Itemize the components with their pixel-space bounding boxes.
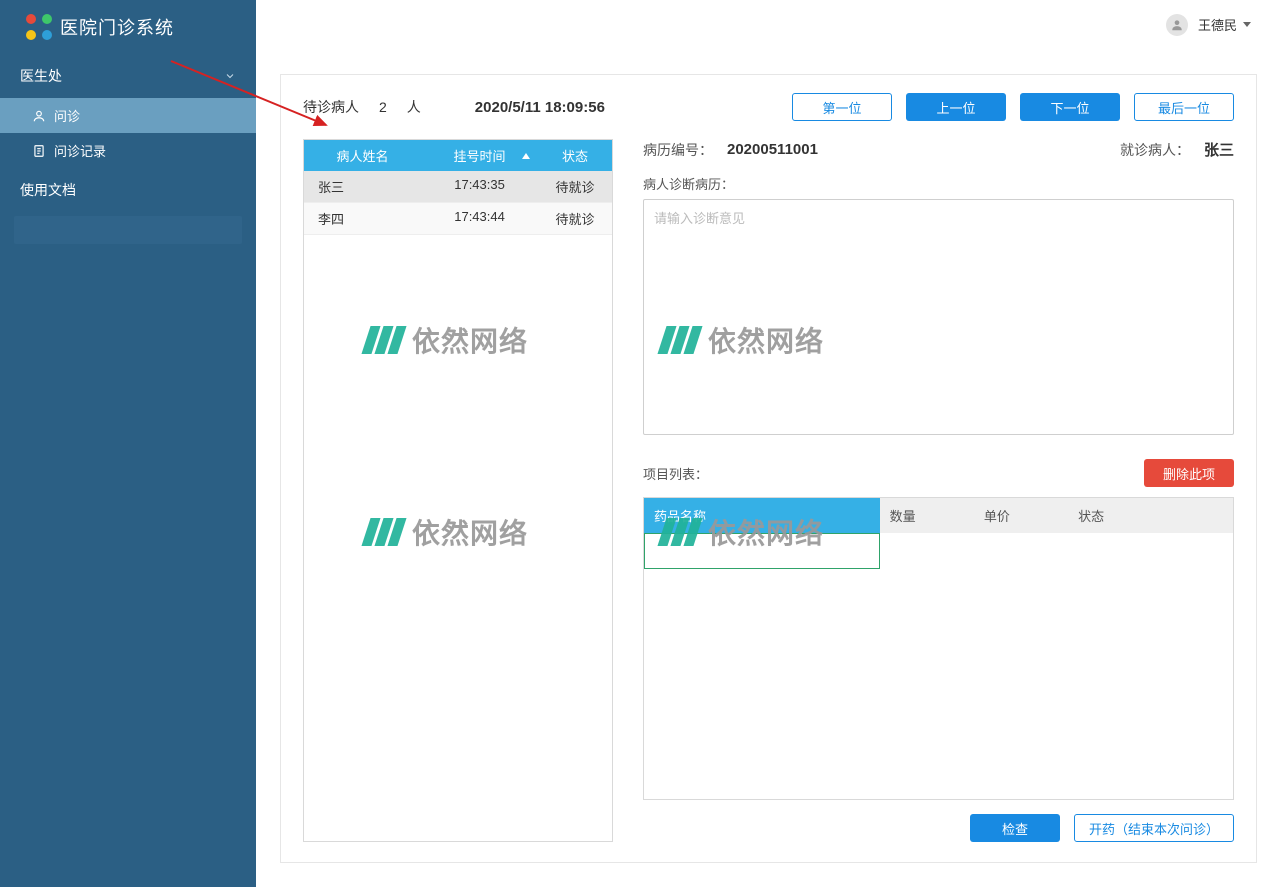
logo-icon (26, 14, 52, 40)
user-icon (32, 109, 46, 123)
nav-buttons: 第一位 上一位 下一位 最后一位 (792, 93, 1234, 121)
top-bar: 王德民 (256, 0, 1281, 50)
document-icon (32, 144, 46, 158)
patient-table: 病人姓名 挂号时间 状态 张三 17:43:35 待就诊 (303, 139, 613, 842)
cell-register-time: 17:43:44 (421, 203, 538, 234)
waiting-unit: 人 (407, 97, 421, 117)
items-list-label: 项目列表： (643, 464, 708, 483)
patient-table-head: 病人姓名 挂号时间 状态 (304, 140, 612, 171)
patient-name-value: 张三 (1204, 139, 1234, 160)
diagnosis-label: 病人诊断病历： (643, 174, 1234, 193)
th-register-time[interactable]: 挂号时间 (421, 140, 538, 171)
sidebar-section-doctor[interactable]: 医生处 (0, 54, 256, 98)
items-table-head: 药品名称 数量 单价 状态 (644, 498, 1233, 533)
sidebar-item-label: 问诊记录 (54, 141, 106, 160)
sidebar: 医院门诊系统 医生处 问诊 问诊记录 使用文档 (0, 0, 256, 887)
items-table-body (644, 533, 1233, 799)
avatar-icon (1166, 14, 1188, 36)
username: 王德民 (1198, 15, 1237, 34)
sidebar-section-label: 医生处 (20, 66, 62, 86)
items-header-row: 项目列表： 删除此项 (643, 459, 1234, 487)
app-title: 医院门诊系统 (60, 14, 174, 40)
th-quantity[interactable]: 数量 (880, 498, 974, 533)
delete-item-button[interactable]: 删除此项 (1144, 459, 1234, 487)
patient-table-body: 张三 17:43:35 待就诊 李四 17:43:44 待就诊 (304, 171, 612, 841)
th-drug-name[interactable]: 药品名称 (644, 498, 880, 533)
cell-status: 待就诊 (538, 203, 612, 234)
waiting-label: 待诊病人 (303, 97, 359, 117)
cell-patient-name: 张三 (304, 171, 421, 202)
sort-asc-icon (522, 153, 530, 159)
patient-list-col: 病人姓名 挂号时间 状态 张三 17:43:35 待就诊 (303, 139, 613, 842)
record-info-row: 病历编号： 20200511001 就诊病人： 张三 (643, 139, 1234, 160)
cell-status: 待就诊 (538, 171, 612, 202)
waiting-count: 2 (379, 99, 387, 115)
last-button[interactable]: 最后一位 (1134, 93, 1234, 121)
record-no-label: 病历编号： (643, 140, 713, 160)
drug-name-edit-cell[interactable] (644, 533, 880, 569)
bottom-actions: 检查 开药（结束本次问诊） (643, 814, 1234, 842)
cell-patient-name: 李四 (304, 203, 421, 234)
th-patient-name[interactable]: 病人姓名 (304, 140, 421, 171)
check-button[interactable]: 检查 (970, 814, 1060, 842)
next-button[interactable]: 下一位 (1020, 93, 1120, 121)
th-item-status[interactable]: 状态 (1068, 498, 1233, 533)
sidebar-item-consult[interactable]: 问诊 (0, 98, 256, 133)
current-datetime: 2020/5/11 18:09:56 (475, 99, 605, 116)
body-row: 病人姓名 挂号时间 状态 张三 17:43:35 待就诊 (303, 139, 1234, 842)
diagnosis-textarea[interactable] (643, 199, 1234, 435)
prescribe-button[interactable]: 开药（结束本次问诊） (1074, 814, 1234, 842)
table-row[interactable]: 李四 17:43:44 待就诊 (304, 203, 612, 235)
sidebar-placeholder (14, 216, 242, 244)
user-menu[interactable]: 王德民 (1166, 14, 1251, 36)
first-button[interactable]: 第一位 (792, 93, 892, 121)
items-table: 药品名称 数量 单价 状态 (643, 497, 1234, 800)
record-col: 病历编号： 20200511001 就诊病人： 张三 病人诊断病历： 项目列表： (643, 139, 1234, 842)
sidebar-item-docs[interactable]: 使用文档 (0, 168, 256, 212)
chevron-down-icon (224, 70, 236, 82)
main-area: 王德民 待诊病人 2 人 2020/5/11 18:09:56 第一位 上一位 … (256, 0, 1281, 887)
cell-register-time: 17:43:35 (421, 171, 538, 202)
content-panel: 待诊病人 2 人 2020/5/11 18:09:56 第一位 上一位 下一位 … (280, 74, 1257, 863)
patient-label: 就诊病人： (1120, 140, 1190, 160)
sidebar-item-label: 使用文档 (20, 182, 76, 198)
app-logo-area: 医院门诊系统 (0, 0, 256, 54)
th-unit-price[interactable]: 单价 (974, 498, 1068, 533)
prev-button[interactable]: 上一位 (906, 93, 1006, 121)
sidebar-item-consult-records[interactable]: 问诊记录 (0, 133, 256, 168)
table-row[interactable]: 张三 17:43:35 待就诊 (304, 171, 612, 203)
action-row: 待诊病人 2 人 2020/5/11 18:09:56 第一位 上一位 下一位 … (303, 93, 1234, 121)
caret-down-icon (1243, 22, 1251, 27)
th-status[interactable]: 状态 (538, 140, 612, 171)
sidebar-item-label: 问诊 (54, 106, 80, 125)
record-no-value: 20200511001 (727, 141, 818, 158)
waiting-info: 待诊病人 2 人 2020/5/11 18:09:56 (303, 97, 605, 117)
